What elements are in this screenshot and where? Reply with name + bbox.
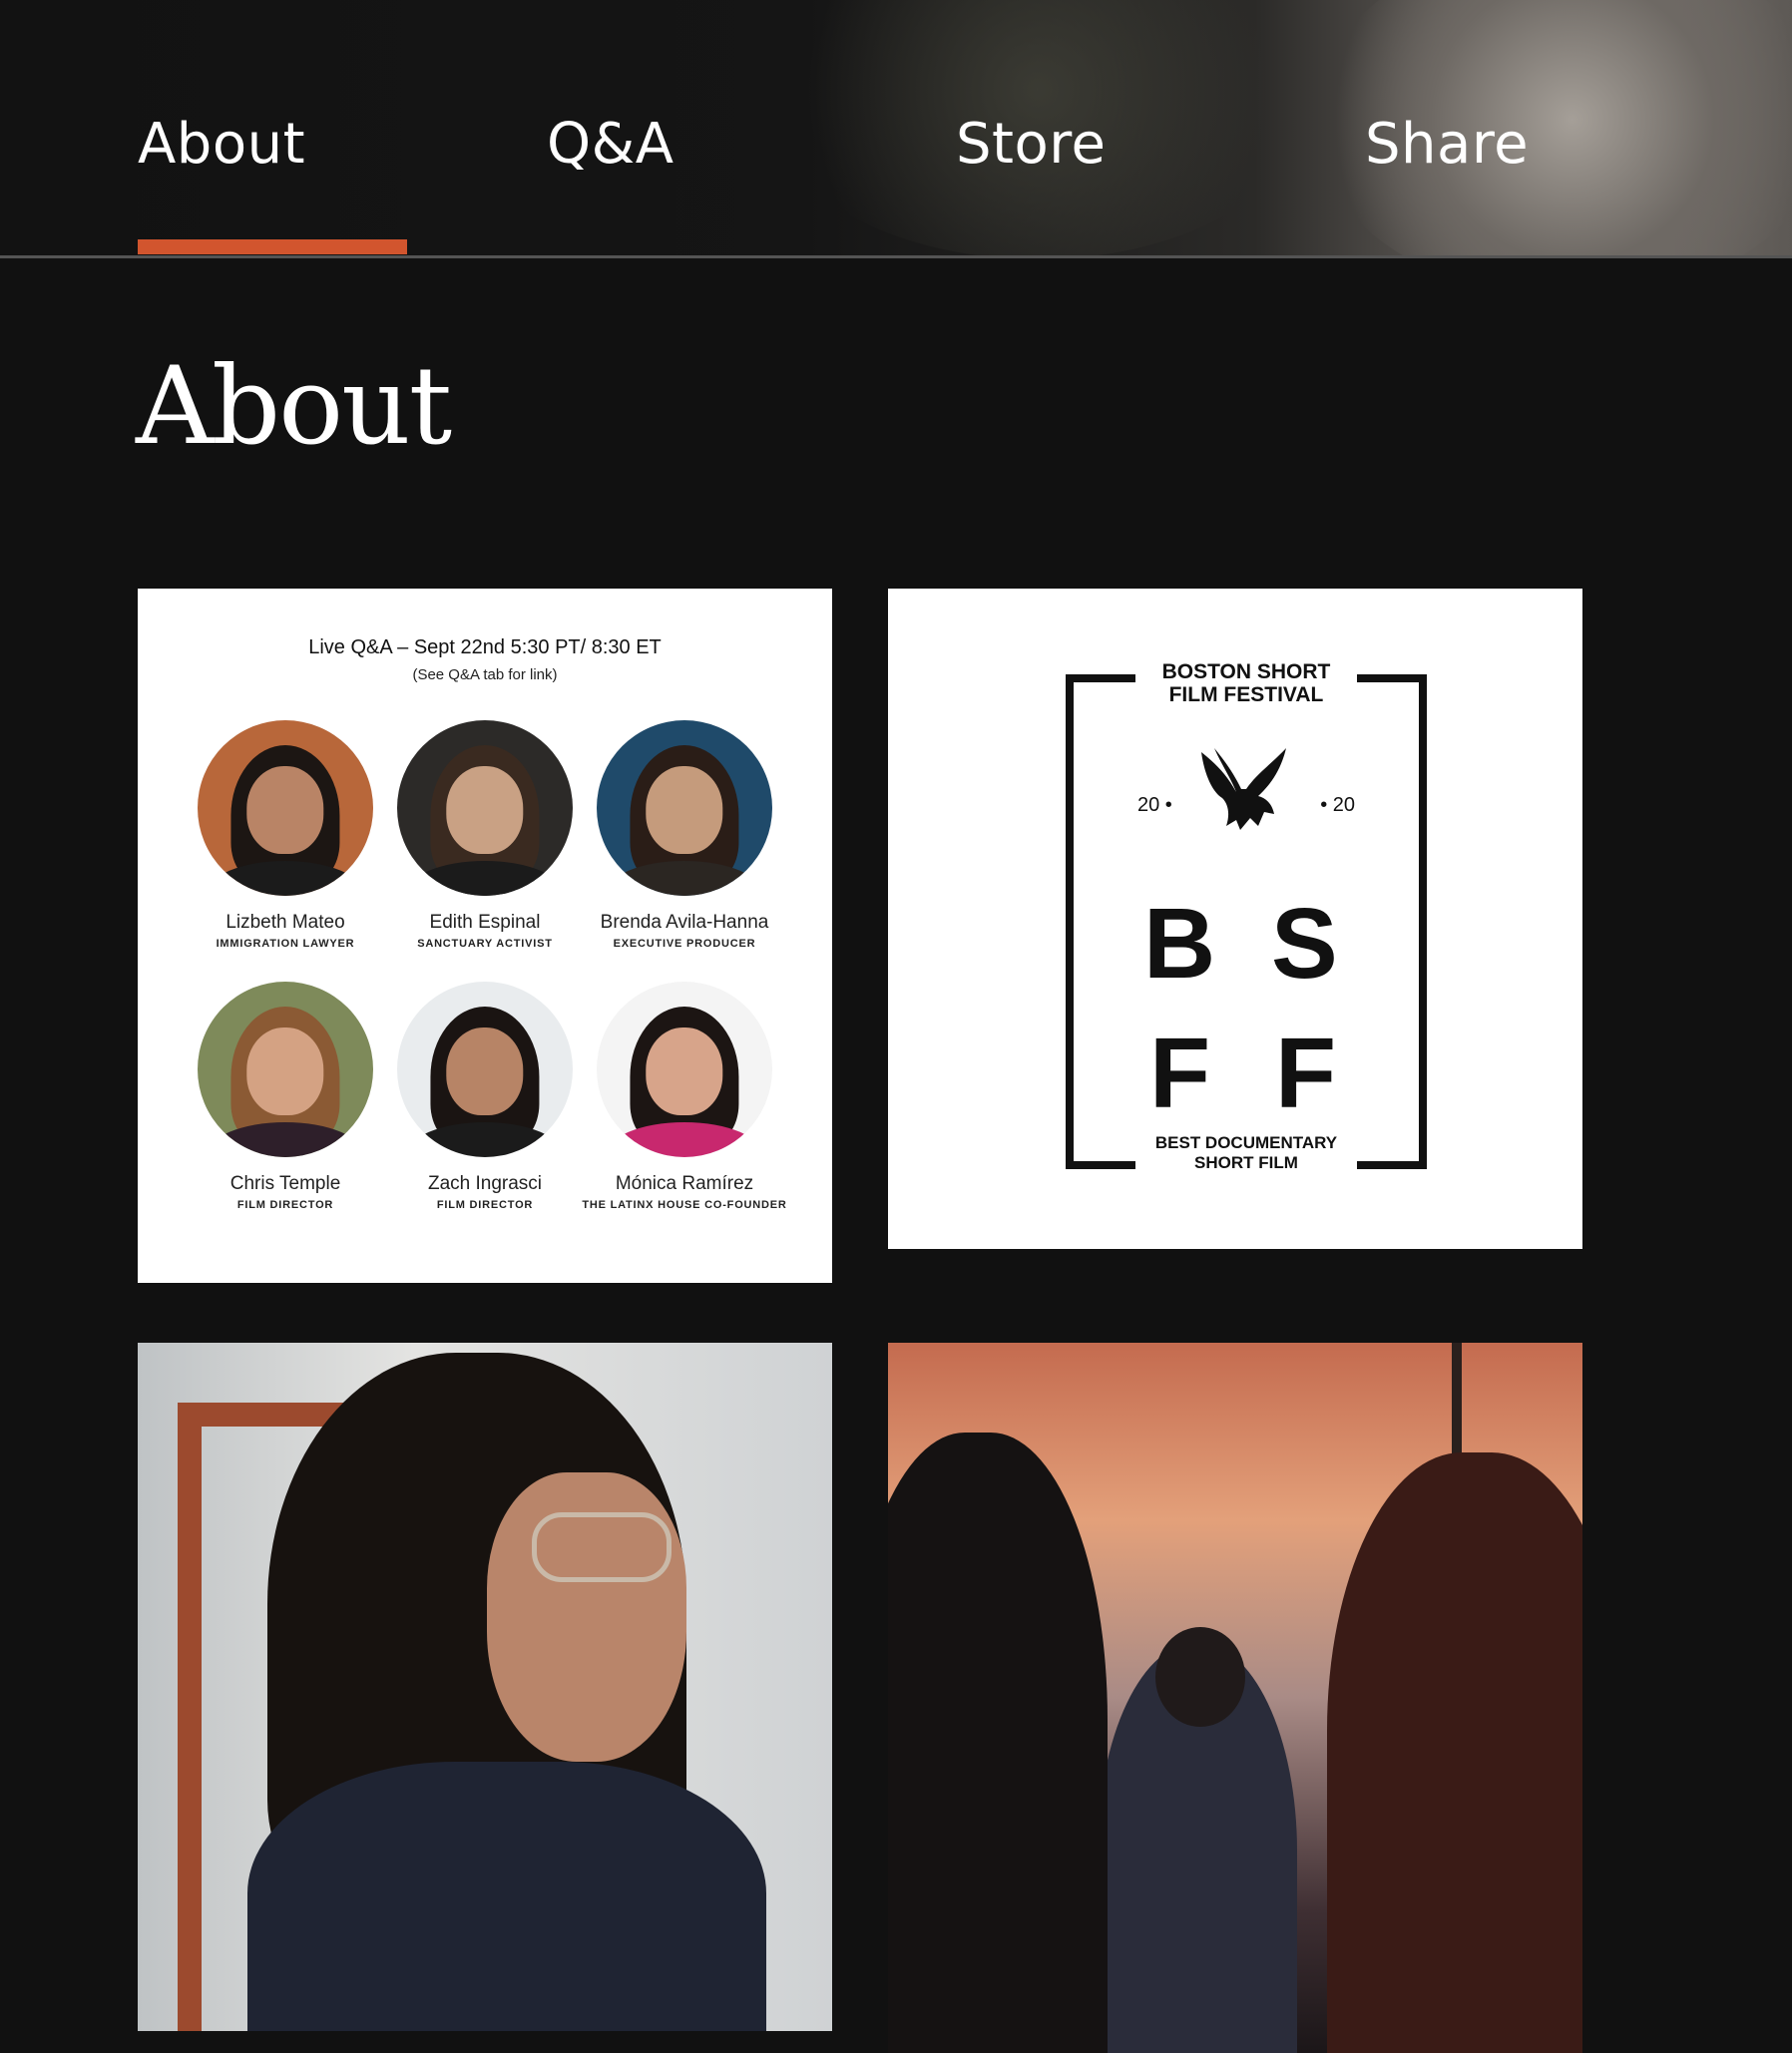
silhouette-right <box>1327 1452 1582 2053</box>
panelist: Zach Ingrasci FILM DIRECTOR <box>375 982 595 1211</box>
award-category: BEST DOCUMENTARY SHORT FILM <box>1066 1133 1427 1173</box>
film-still-woman-portrait[interactable] <box>138 1343 832 2031</box>
panelist-role: THE LATINX HOUSE CO-FOUNDER <box>582 1199 787 1211</box>
panelist: Brenda Avila-Hanna EXECUTIVE PRODUCER <box>575 720 794 950</box>
panelist-name: Lizbeth Mateo <box>225 912 345 933</box>
bracket-right <box>1357 674 1427 1169</box>
logo-letter: F <box>1149 1018 1211 1129</box>
panelist-name: Zach Ingrasci <box>427 1173 543 1194</box>
active-tab-indicator <box>138 239 407 254</box>
panelist-name: Mónica Ramírez <box>615 1173 754 1194</box>
tab-store[interactable]: Store <box>956 112 1107 177</box>
qa-title: Live Q&A – Sept 22nd 5:30 PT/ 8:30 ET <box>308 636 662 658</box>
tab-share[interactable]: Share <box>1365 112 1529 177</box>
festival-award-image[interactable]: BOSTON SHORT FILM FESTIVAL 20 • • 20 B S… <box>888 589 1582 1249</box>
avatar <box>597 982 772 1157</box>
panelist: Edith Espinal SANCTUARY ACTIVIST <box>375 720 595 950</box>
silhouette-head <box>1155 1627 1245 1727</box>
panelist-role: FILM DIRECTOR <box>236 1199 334 1211</box>
bracket-left <box>1066 674 1135 1169</box>
tab-bar: About Q&A Store Share <box>0 0 1792 257</box>
panelist-role: SANCTUARY ACTIVIST <box>417 938 553 950</box>
tab-about[interactable]: About <box>138 112 305 177</box>
tab-qa[interactable]: Q&A <box>547 112 674 177</box>
logo-letter: B <box>1143 888 1216 1000</box>
page-title: About <box>136 344 452 469</box>
year-right: • 20 <box>1320 794 1355 816</box>
panelist: Chris Temple FILM DIRECTOR <box>176 982 395 1211</box>
panelist-role: EXECUTIVE PRODUCER <box>613 938 756 950</box>
avatar <box>198 720 373 896</box>
subject-jacket <box>247 1762 766 2031</box>
festival-logo: BOSTON SHORT FILM FESTIVAL 20 • • 20 B S… <box>1066 660 1427 1173</box>
film-still-crew-sunset[interactable] <box>888 1343 1582 2053</box>
avatar <box>198 982 373 1157</box>
panelist-role: FILM DIRECTOR <box>436 1199 534 1211</box>
panelist-name: Brenda Avila-Hanna <box>600 912 769 933</box>
eagle-icon <box>1201 748 1286 830</box>
panelist: Mónica Ramírez THE LATINX HOUSE CO-FOUND… <box>575 982 794 1211</box>
festival-name: BOSTON SHORT FILM FESTIVAL <box>1066 660 1427 706</box>
qa-subtitle: (See Q&A tab for link) <box>412 666 558 683</box>
nav-divider <box>0 255 1792 258</box>
glasses <box>532 1512 672 1582</box>
panelist-name: Edith Espinal <box>429 912 541 933</box>
panelist-role: IMMIGRATION LAWYER <box>216 938 355 950</box>
qa-panel-image[interactable]: Live Q&A – Sept 22nd 5:30 PT/ 8:30 ET (S… <box>138 589 832 1283</box>
avatar <box>597 720 772 896</box>
silhouette-left <box>888 1433 1108 2053</box>
avatar <box>397 720 573 896</box>
logo-letter: S <box>1271 888 1338 1000</box>
panelist-name: Chris Temple <box>229 1173 341 1194</box>
avatar <box>397 982 573 1157</box>
logo-letter: F <box>1275 1018 1337 1129</box>
panelist: Lizbeth Mateo IMMIGRATION LAWYER <box>176 720 395 950</box>
year-left: 20 • <box>1137 794 1172 816</box>
